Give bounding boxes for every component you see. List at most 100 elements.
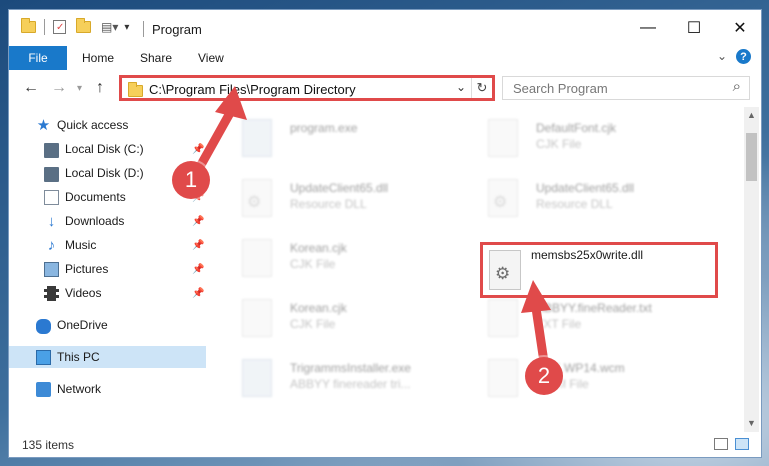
address-bar[interactable]: C:\Program Files\Program Directory ⌄ ↻: [119, 75, 495, 101]
sidebar-item-label: Pictures: [65, 262, 109, 276]
file-type: ABBYY finereader tri...: [290, 377, 411, 391]
pictures-icon: [44, 261, 59, 277]
refresh-icon[interactable]: ↻: [471, 78, 492, 98]
file-name: Korean.cjk: [290, 241, 347, 255]
star-icon: ★: [36, 116, 51, 134]
folder-icon: [128, 82, 143, 97]
file-explorer-window: ✓ ▤▾ ▾ Program — ☐ ✕ File Home Share Vie…: [8, 9, 762, 458]
tab-home[interactable]: Home: [82, 51, 114, 65]
list-item[interactable]: SDK.WP14.wcm WCM File: [462, 353, 692, 405]
list-item[interactable]: ABBYY.fineReader.txt TXT File: [462, 293, 692, 345]
status-bar: 135 items: [9, 432, 761, 457]
properties-icon[interactable]: ✓: [53, 20, 66, 34]
tab-share[interactable]: Share: [140, 51, 172, 65]
chevron-down-icon[interactable]: ⌄: [456, 80, 466, 94]
sidebar-item-downloads[interactable]: ↓ Downloads 📌: [9, 210, 206, 232]
sidebar-item-label: Network: [57, 382, 102, 396]
pin-icon: 📌: [192, 239, 205, 251]
list-item[interactable]: Korean.cjk CJK File: [216, 293, 446, 345]
minimize-button[interactable]: —: [625, 10, 671, 46]
file-icon: [242, 239, 272, 277]
divider: [143, 21, 144, 37]
pin-icon: 📌: [192, 215, 205, 227]
list-item[interactable]: UpdateClient65.dll Resource DLL: [462, 173, 692, 225]
up-arrow-icon[interactable]: ↑: [96, 79, 104, 97]
vertical-scrollbar[interactable]: ▲ ▼: [744, 107, 759, 432]
list-item[interactable]: DefaultFont.cjk CJK File: [462, 113, 692, 165]
back-arrow-icon[interactable]: ←: [23, 79, 39, 97]
window-title: Program: [152, 22, 202, 37]
list-item[interactable]: program.exe: [216, 113, 446, 165]
large-icons-view-icon[interactable]: [735, 438, 749, 450]
sidebar-item-label: Local Disk (C:): [65, 142, 144, 156]
file-icon: [488, 359, 518, 397]
maximize-button[interactable]: ☐: [671, 10, 717, 46]
forward-arrow-icon[interactable]: →: [51, 79, 67, 97]
sidebar-item-this-pc[interactable]: This PC: [9, 346, 206, 368]
file-list: program.exe DefaultFont.cjk CJK File Upd…: [206, 107, 744, 432]
file-name: DefaultFont.cjk: [536, 121, 617, 135]
sidebar-item-label: Music: [65, 238, 97, 252]
search-input[interactable]: Search Program ⌕: [502, 76, 750, 100]
navigation-bar: ← → ▾ ↑ C:\Program Files\Program Directo…: [9, 70, 761, 106]
navigation-pane: ★ Quick access Local Disk (C:) 📌 Local D…: [9, 107, 206, 432]
tab-view[interactable]: View: [198, 51, 224, 65]
sidebar-item-pictures[interactable]: Pictures 📌: [9, 258, 206, 280]
file-type: Resource DLL: [536, 197, 613, 211]
file-name: program.exe: [290, 121, 358, 135]
step-1-badge: 1: [172, 161, 210, 199]
drive-icon: [44, 167, 59, 182]
sidebar-item-quick-access[interactable]: ★ Quick access: [9, 114, 206, 136]
file-name: ABBYY.fineReader.txt: [536, 301, 652, 315]
file-name: UpdateClient65.dll: [290, 181, 389, 195]
divider: [44, 19, 45, 35]
sidebar-item-label: Quick access: [57, 118, 129, 132]
sidebar-item-music[interactable]: ♪ Music 📌: [9, 234, 206, 256]
sidebar-item-local-disk-c[interactable]: Local Disk (C:) 📌: [9, 138, 206, 160]
sidebar-item-label: Videos: [65, 286, 102, 300]
highlighted-file-item[interactable]: memsbs25x0write.dll: [480, 242, 718, 298]
help-icon[interactable]: ?: [736, 49, 751, 64]
file-type: Resource DLL: [290, 197, 367, 211]
search-icon[interactable]: ⌕: [733, 78, 741, 95]
documents-icon: [44, 189, 59, 205]
scrollbar-thumb[interactable]: [746, 133, 757, 181]
network-icon: [36, 381, 51, 397]
folder-icon: [21, 18, 36, 33]
step-2-badge: 2: [525, 357, 563, 395]
dropdown-icon[interactable]: ▾: [124, 22, 129, 33]
close-button[interactable]: ✕: [717, 10, 761, 46]
item-count: 135 items: [22, 438, 75, 452]
pin-icon: 📌: [192, 287, 205, 299]
recent-locations-icon[interactable]: ▾: [77, 83, 82, 94]
sidebar-item-label: Local Disk (D:): [65, 166, 144, 180]
new-folder-icon[interactable]: [76, 18, 91, 33]
computer-icon: [36, 349, 51, 365]
dll-icon: [242, 179, 272, 217]
scroll-down-icon[interactable]: ▼: [747, 418, 756, 428]
file-name: UpdateClient65.dll: [536, 181, 635, 195]
sidebar-item-label: Documents: [65, 190, 126, 204]
list-item[interactable]: UpdateClient65.dll Resource DLL: [216, 173, 446, 225]
exe-icon: [242, 359, 272, 397]
customize-icon[interactable]: ▤▾: [101, 20, 118, 34]
list-item[interactable]: Korean.cjk CJK File: [216, 233, 446, 285]
file-icon: [488, 119, 518, 157]
address-path[interactable]: C:\Program Files\Program Directory: [149, 82, 356, 97]
dll-icon: [489, 250, 521, 290]
sidebar-item-videos[interactable]: Videos 📌: [9, 282, 206, 304]
chevron-down-icon[interactable]: ⌄: [717, 49, 727, 63]
details-view-icon[interactable]: [714, 438, 728, 450]
music-icon: ♪: [47, 236, 56, 254]
file-name: TrigrammsInstaller.exe: [290, 361, 411, 375]
list-item[interactable]: TrigrammsInstaller.exe ABBYY finereader …: [216, 353, 446, 405]
scroll-up-icon[interactable]: ▲: [747, 110, 756, 120]
search-placeholder: Search Program: [513, 81, 608, 96]
tab-file[interactable]: File: [9, 46, 67, 70]
drive-icon: [44, 143, 59, 158]
sidebar-item-label: OneDrive: [57, 318, 108, 332]
sidebar-item-network[interactable]: Network: [9, 378, 206, 400]
sidebar-item-onedrive[interactable]: OneDrive: [9, 314, 206, 336]
sidebar-item-label: This PC: [57, 350, 100, 364]
pin-icon: 📌: [192, 263, 205, 275]
